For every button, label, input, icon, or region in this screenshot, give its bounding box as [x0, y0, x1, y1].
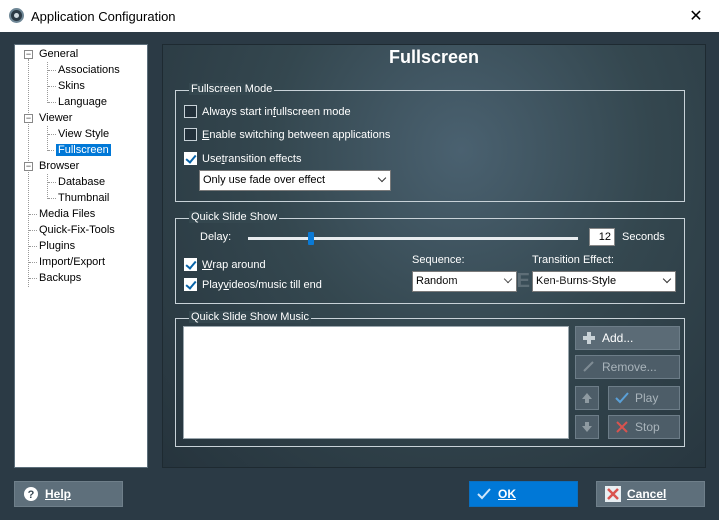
tree-item-browser[interactable]: Browser [39, 158, 79, 174]
cancel-button[interactable]: Cancel [596, 481, 705, 507]
group-label: Quick Slide Show Music [189, 311, 311, 323]
tree-item-fullscreen[interactable]: Fullscreen [55, 142, 112, 158]
play-music-button[interactable]: Play [608, 386, 680, 410]
checkbox-box[interactable] [184, 105, 197, 118]
delay-seconds-input[interactable]: 12 [589, 228, 615, 246]
play-videos-till-end-checkbox[interactable]: Play v ideos/music till end [184, 278, 322, 291]
delay-slider[interactable] [248, 237, 578, 240]
tree-item-language[interactable]: Language [58, 94, 107, 110]
enable-switching-checkbox[interactable]: Enable switching between applications [184, 128, 390, 141]
tree-line [47, 174, 48, 199]
tree-item-plugins[interactable]: Plugins [39, 238, 75, 254]
tree-line [29, 278, 37, 279]
use-transition-effects-checkbox[interactable]: Use t ransition effects [184, 152, 301, 165]
checkmark-icon [615, 391, 629, 405]
always-start-fullscreen-checkbox[interactable]: Always start in f ullscreen mode [184, 105, 351, 118]
checkbox-box[interactable] [184, 128, 197, 141]
remove-icon [582, 360, 596, 374]
checkbox-box-checked[interactable] [184, 278, 197, 291]
chevron-down-icon [662, 274, 672, 284]
settings-tree[interactable]: − General Associations Skins Language − … [14, 44, 148, 468]
tree-item-general[interactable]: General [39, 46, 78, 62]
group-label: Fullscreen Mode [189, 83, 275, 95]
watermark: SOFTPEDIA [440, 270, 573, 292]
collapse-general-icon[interactable]: − [24, 50, 33, 59]
svg-text:?: ? [28, 489, 35, 501]
tree-item-viewer[interactable]: Viewer [39, 110, 72, 126]
seconds-label: Seconds [622, 231, 665, 243]
tree-line [48, 70, 56, 71]
quick-slide-show-group: Quick Slide Show Delay: 12 Seconds Wrap … [175, 211, 685, 304]
main-panel: Fullscreen Fullscreen Mode Always start … [162, 44, 706, 468]
title-bar: Application Configuration ✕ [0, 0, 719, 32]
cancel-x-icon [605, 486, 621, 502]
close-button[interactable]: ✕ [673, 0, 719, 32]
tree-line [48, 198, 56, 199]
sequence-label: Sequence: [412, 254, 465, 266]
tree-item-media-files[interactable]: Media Files [39, 206, 95, 222]
window-title: Application Configuration [31, 9, 176, 24]
plus-icon [582, 331, 596, 345]
tree-line [48, 150, 56, 151]
remove-music-button[interactable]: Remove... [575, 355, 680, 379]
wrap-around-checkbox[interactable]: Wrap around [184, 258, 266, 271]
checkbox-box-checked[interactable] [184, 258, 197, 271]
transition-type-select[interactable]: Only use fade over effect [199, 170, 391, 191]
tree-line [48, 134, 56, 135]
move-up-button[interactable] [575, 386, 599, 410]
fullscreen-mode-group: Fullscreen Mode Always start in f ullscre… [175, 83, 685, 202]
music-file-list[interactable] [183, 326, 569, 439]
tree-item-skins[interactable]: Skins [58, 78, 85, 94]
collapse-browser-icon[interactable]: − [24, 162, 33, 171]
slide-show-music-group: Quick Slide Show Music Add... Remove... … [175, 311, 685, 447]
tree-item-backups[interactable]: Backups [39, 270, 81, 286]
stop-x-icon [615, 420, 629, 434]
checkmark-icon [477, 488, 491, 500]
chevron-down-icon [377, 173, 387, 183]
checkbox-box-checked[interactable] [184, 152, 197, 165]
add-music-button[interactable]: Add... [575, 326, 680, 350]
tree-item-associations[interactable]: Associations [58, 62, 120, 78]
arrow-down-icon [582, 422, 592, 432]
tree-item-view-style[interactable]: View Style [58, 126, 109, 142]
app-icon [9, 8, 24, 23]
tree-line [28, 59, 29, 287]
tree-line [29, 262, 37, 263]
tree-line [29, 246, 37, 247]
tree-line [48, 182, 56, 183]
arrow-up-icon [582, 393, 592, 403]
tree-item-thumbnail[interactable]: Thumbnail [58, 190, 109, 206]
tree-line [47, 62, 48, 103]
transition-effect-label: Transition Effect: [532, 254, 614, 266]
page-title: Fullscreen [388, 47, 480, 67]
tree-line [48, 102, 56, 103]
delay-label: Delay: [200, 231, 232, 243]
tree-item-database[interactable]: Database [58, 174, 105, 190]
tree-item-import-export[interactable]: Import/Export [39, 254, 105, 270]
move-down-button[interactable] [575, 415, 599, 439]
help-icon: ? [24, 487, 38, 501]
group-label: Quick Slide Show [189, 211, 280, 223]
tree-line [48, 86, 56, 87]
help-button[interactable]: ? Help [14, 481, 123, 507]
stop-music-button[interactable]: Stop [608, 415, 680, 439]
collapse-viewer-icon[interactable]: − [24, 114, 33, 123]
tree-line [29, 230, 37, 231]
ok-button[interactable]: OK [469, 481, 578, 507]
tree-line [29, 214, 37, 215]
delay-slider-thumb[interactable] [307, 232, 314, 245]
tree-item-quick-fix-tools[interactable]: Quick-Fix-Tools [39, 222, 115, 238]
tree-line [47, 126, 48, 151]
